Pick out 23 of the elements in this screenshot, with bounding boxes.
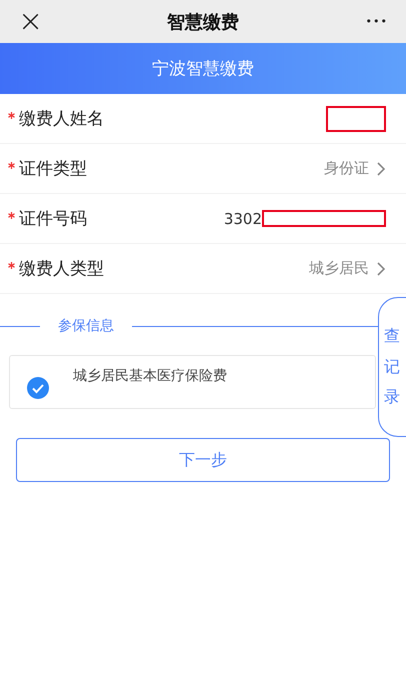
field-label: 证件号码 [19, 208, 88, 230]
chevron-icon [377, 262, 386, 276]
more-icon[interactable]: ••• [360, 15, 388, 28]
close-icon[interactable]: × [18, 6, 46, 36]
field-value: 身份证 [324, 159, 369, 178]
banner-title: 宁波智慧缴费 [152, 58, 254, 80]
form-row[interactable]: 证件类型 身份证 [0, 144, 406, 194]
chevron-icon [377, 162, 386, 176]
form-row[interactable]: 缴费人姓名 [0, 94, 406, 144]
page-title: 智慧缴费 [167, 10, 239, 34]
insurance-card[interactable]: 城乡居民基本医疗保险费 [9, 355, 376, 409]
form-row[interactable]: 缴费人类型 城乡居民 [0, 244, 406, 294]
next-button[interactable]: 下一步 [16, 438, 390, 482]
records-tab[interactable]: 查记录 [378, 297, 406, 437]
insurance-label: 城乡居民基本医疗保险费 [73, 367, 227, 385]
field-label: 缴费人类型 [19, 258, 105, 280]
checkbox-icon[interactable] [27, 377, 49, 399]
field-value: 3302 [224, 210, 262, 228]
form-row[interactable]: 证件号码 3302 [0, 194, 406, 244]
field-value: 城乡居民 [309, 259, 369, 278]
section-title: 参保信息 [57, 317, 115, 335]
field-label: 缴费人姓名 [19, 108, 105, 130]
field-label: 证件类型 [19, 158, 88, 180]
